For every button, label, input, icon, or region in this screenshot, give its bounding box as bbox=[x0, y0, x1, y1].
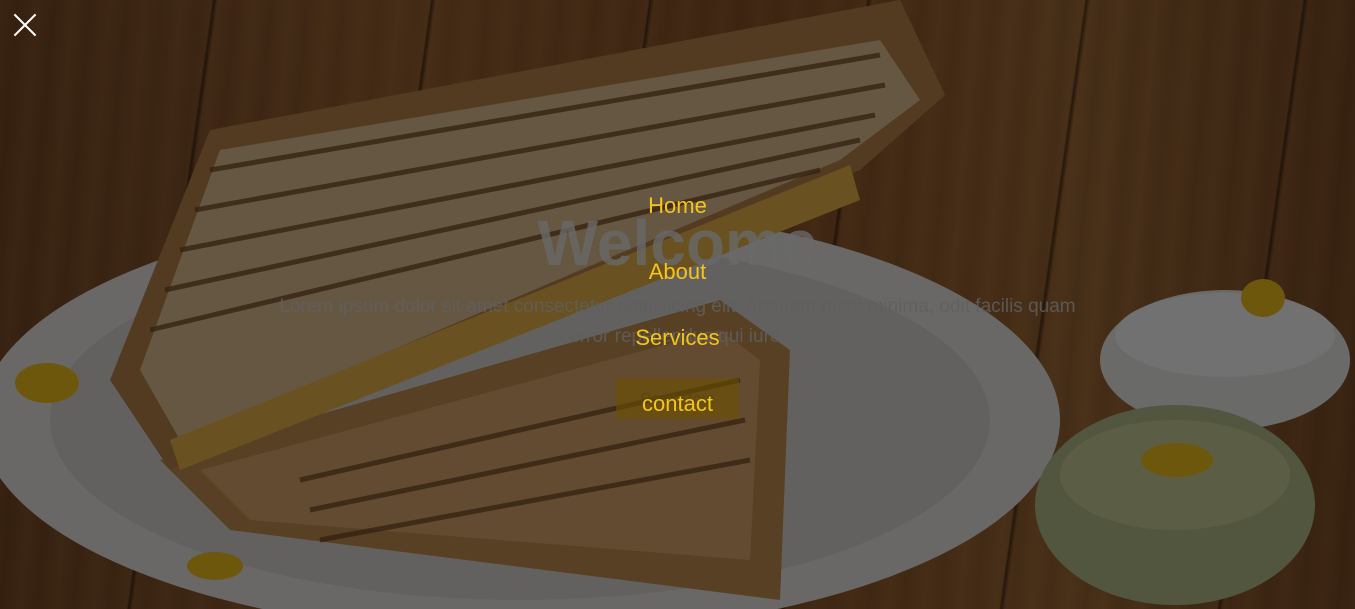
nav-item-contact: contact bbox=[0, 389, 1355, 455]
nav-item-services: Services bbox=[0, 323, 1355, 389]
nav-item-home: Home bbox=[0, 191, 1355, 257]
nav-link-contact[interactable]: contact bbox=[642, 391, 713, 416]
overlay-nav-menu: Home About Services contact bbox=[0, 191, 1355, 455]
nav-link-home[interactable]: Home bbox=[648, 193, 707, 218]
nav-link-about[interactable]: About bbox=[649, 259, 707, 284]
close-icon[interactable] bbox=[12, 12, 38, 38]
nav-link-services[interactable]: Services bbox=[635, 325, 719, 350]
nav-item-about: About bbox=[0, 257, 1355, 323]
